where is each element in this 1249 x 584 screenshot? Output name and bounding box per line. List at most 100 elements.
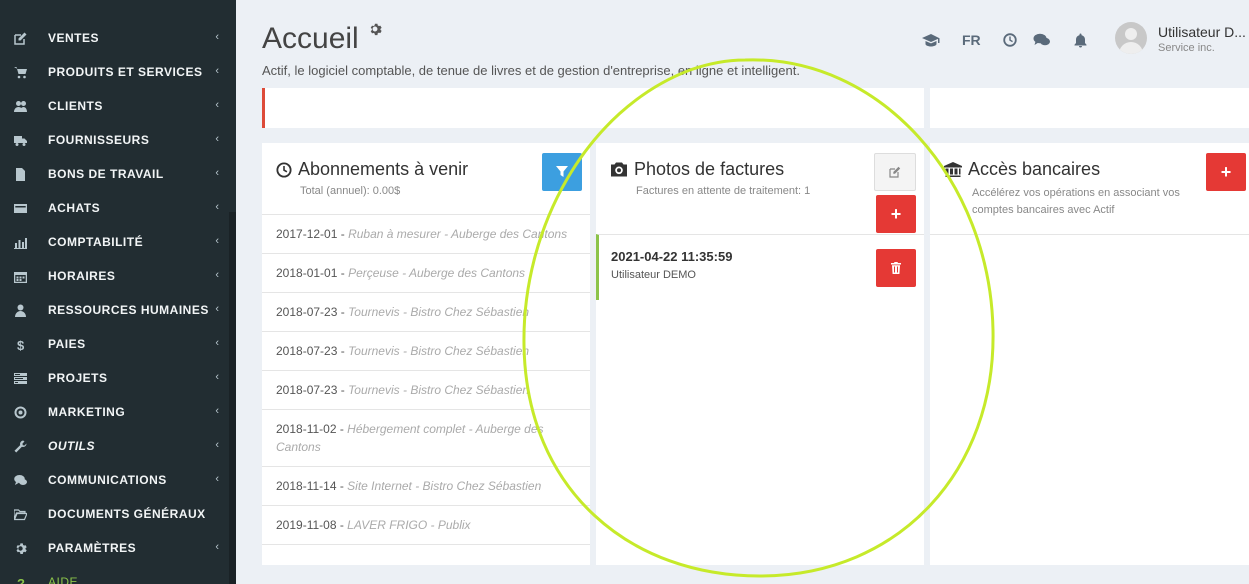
clock-icon[interactable] [1001, 32, 1019, 48]
svg-text:$: $ [17, 338, 25, 351]
sidebar-item-aide[interactable]: ? AIDE [0, 565, 229, 584]
sidebar-item-label: BONS DE TRAVAIL [48, 167, 164, 181]
chevron-left-icon: ‹ [215, 133, 219, 145]
bank-title-row: Accès bancaires [944, 159, 1100, 180]
sidebar-item-label: COMPTABILITÉ [48, 235, 144, 249]
chevron-left-icon: ‹ [215, 439, 219, 451]
sidebar-item-horaires[interactable]: HORAIRES ‹ [0, 259, 229, 293]
photo-entry[interactable]: 2021-04-22 11:35:59 Utilisateur DEMO [596, 234, 924, 300]
sidebar-item-paies[interactable]: $ PAIES ‹ [0, 327, 229, 361]
truck-icon [12, 132, 28, 148]
subscription-separator: - [337, 227, 349, 241]
bank-access-card: Accès bancaires Accélérez vos opérations… [930, 143, 1249, 565]
sidebar-item-label: PROJETS [48, 371, 108, 385]
bank-title: Accès bancaires [968, 159, 1101, 179]
sidebar-item-label: MARKETING [48, 405, 126, 419]
sidebar-item-label: HORAIRES [48, 269, 116, 283]
photos-title-row: Photos de factures [610, 159, 784, 180]
subscription-row[interactable]: 2018-07-23 - Tournevis - Bistro Chez Séb… [262, 371, 590, 410]
subscriptions-list: 2017-12-01 - Ruban à mesurer - Auberge d… [262, 214, 590, 545]
subscription-separator: - [337, 266, 349, 280]
sidebar-item-outils[interactable]: OUTILS ‹ [0, 429, 229, 463]
photos-title: Photos de factures [634, 159, 785, 179]
edit-button[interactable] [874, 153, 916, 191]
top-widget-left [262, 88, 924, 128]
comments-icon [12, 472, 28, 488]
user-icon [12, 302, 28, 318]
credit-card-icon [12, 200, 28, 216]
wrench-icon [12, 438, 28, 454]
chevron-left-icon: ‹ [215, 65, 219, 77]
sidebar-item-ressources-humaines[interactable]: RESSOURCES HUMAINES ‹ [0, 293, 229, 327]
bell-icon[interactable] [1071, 32, 1089, 48]
main-content: Accueil Actif, le logiciel comptable, de… [236, 0, 1249, 584]
subscriptions-title: Abonnements à venir [298, 159, 469, 179]
question-icon: ? [12, 574, 28, 584]
edit-icon [12, 30, 28, 46]
camera-icon [611, 162, 627, 177]
title-gear-icon[interactable] [368, 22, 382, 36]
subscription-date: 2018-01-01 [276, 266, 338, 280]
subscription-description: Tournevis - Bistro Chez Sébastien [348, 383, 530, 397]
chevron-left-icon: ‹ [215, 473, 219, 485]
subscription-row[interactable]: 2018-07-23 - Tournevis - Bistro Chez Séb… [262, 293, 590, 332]
delete-photo-button[interactable] [876, 249, 916, 287]
sidebar-item-produits-et-services[interactable]: PRODUITS ET SERVICES ‹ [0, 55, 229, 89]
graduation-cap-icon[interactable] [922, 32, 940, 48]
comments-icon[interactable] [1033, 32, 1051, 48]
user-name[interactable]: Utilisateur D... [1158, 24, 1246, 40]
chevron-left-icon: ‹ [215, 303, 219, 315]
sidebar-item-marketing[interactable]: MARKETING ‹ [0, 395, 229, 429]
sidebar-item-achats[interactable]: ACHATS ‹ [0, 191, 229, 225]
sidebar-item-communications[interactable]: COMMUNICATIONS ‹ [0, 463, 229, 497]
chevron-left-icon: ‹ [215, 235, 219, 247]
subscription-row[interactable]: 2018-11-14 - Site Internet - Bistro Chez… [262, 467, 590, 506]
sidebar-item-label: DOCUMENTS GÉNÉRAUX [48, 507, 206, 521]
edit-icon [889, 166, 901, 178]
chevron-left-icon: ‹ [215, 405, 219, 417]
language-selector[interactable]: FR [962, 32, 981, 48]
sidebar-item-fournisseurs[interactable]: FOURNISSEURS ‹ [0, 123, 229, 157]
bank-description: Accélérez vos opérations en associant vo… [972, 187, 1180, 216]
dollar-icon: $ [12, 336, 28, 352]
sidebar-item-label: RESSOURCES HUMAINES [48, 303, 209, 317]
sidebar-item-comptabilite[interactable]: COMPTABILITÉ ‹ [0, 225, 229, 259]
subscription-row[interactable]: 2018-01-01 - Perçeuse - Auberge des Cant… [262, 254, 590, 293]
subscription-description: Site Internet - Bistro Chez Sébastien [347, 479, 542, 493]
subscription-separator: - [337, 305, 349, 319]
avatar[interactable] [1115, 22, 1147, 54]
sidebar-item-label: CLIENTS [48, 99, 103, 113]
calendar-icon [12, 268, 28, 284]
sidebar-item-documents-generaux[interactable]: DOCUMENTS GÉNÉRAUX [0, 497, 229, 531]
sidebar-scrollbar[interactable] [229, 212, 236, 584]
add-bank-button[interactable]: + [1206, 153, 1246, 191]
sidebar-item-clients[interactable]: CLIENTS ‹ [0, 89, 229, 123]
subscription-separator: - [337, 344, 349, 358]
photo-entry-date: 2021-04-22 11:35:59 [611, 249, 733, 264]
sidebar-item-ventes[interactable]: VENTES ‹ [0, 21, 229, 55]
sidebar-item-bons-de-travail[interactable]: BONS DE TRAVAIL ‹ [0, 157, 229, 191]
file-icon [12, 166, 28, 182]
filter-button[interactable] [542, 153, 582, 191]
sidebar-item-label: PARAMÈTRES [48, 541, 137, 555]
sidebar-item-label: PAIES [48, 337, 86, 351]
subscription-row[interactable]: 2019-11-08 - LAVER FRIGO - Publix [262, 506, 590, 545]
bullseye-icon [12, 404, 28, 420]
subscription-row[interactable]: 2018-11-02 - Hébergement complet - Auber… [262, 410, 590, 467]
subscription-date: 2018-11-02 [276, 422, 337, 436]
subscription-date: 2019-11-08 [276, 518, 337, 532]
subscription-separator: - [336, 518, 348, 532]
add-photo-button[interactable]: + [876, 195, 916, 233]
sidebar-item-parametres[interactable]: PARAMÈTRES ‹ [0, 531, 229, 565]
sidebar-item-projets[interactable]: PROJETS ‹ [0, 361, 229, 395]
folder-open-icon [12, 506, 28, 522]
subscription-row[interactable]: 2017-12-01 - Ruban à mesurer - Auberge d… [262, 215, 590, 254]
subscriptions-total: Total (annuel): 0.00$ [300, 185, 401, 197]
clock-icon [276, 161, 292, 178]
sidebar-item-label: PRODUITS ET SERVICES [48, 65, 203, 79]
subscription-row[interactable]: 2018-07-23 - Tournevis - Bistro Chez Séb… [262, 332, 590, 371]
subscriptions-title-row: Abonnements à venir [276, 159, 468, 180]
subscription-date: 2018-07-23 [276, 344, 338, 358]
bar-chart-icon [12, 234, 28, 250]
plus-icon: + [1220, 161, 1232, 182]
